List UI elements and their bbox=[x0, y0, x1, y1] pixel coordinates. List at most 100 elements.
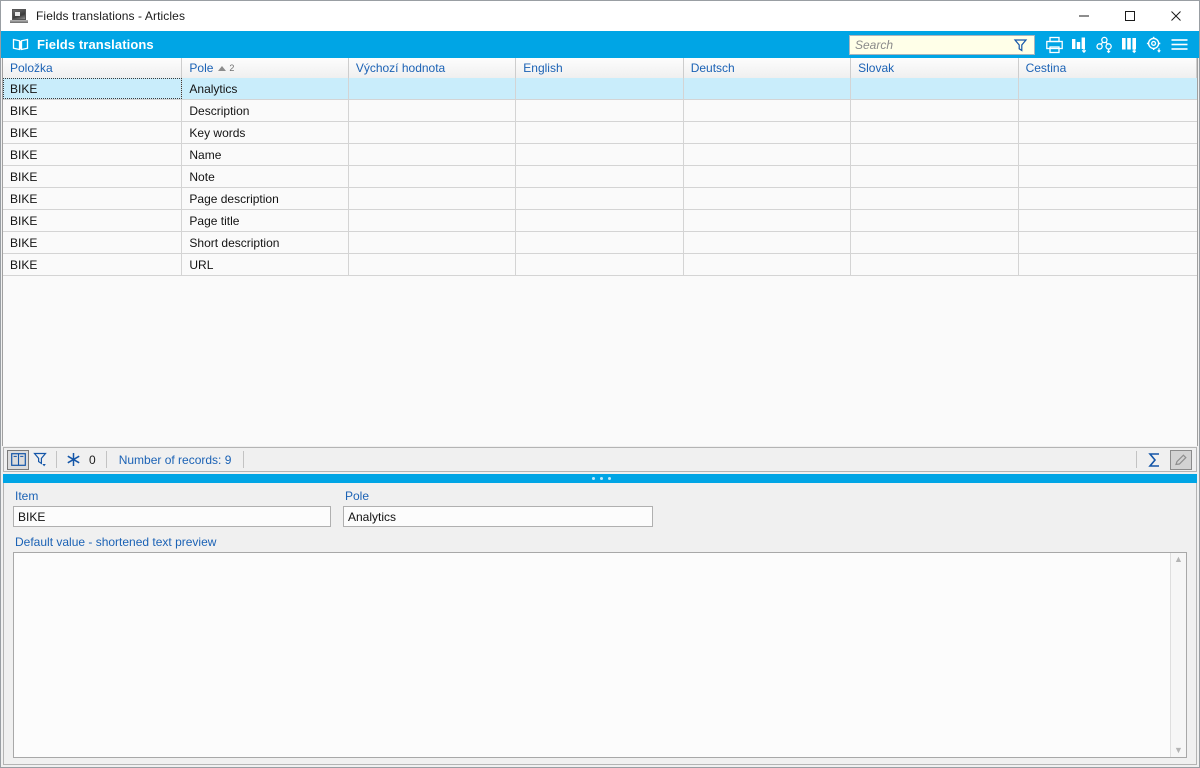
grid-column-header[interactable]: English bbox=[516, 58, 684, 78]
table-row[interactable]: BIKE Note bbox=[3, 166, 1197, 188]
table-cell[interactable] bbox=[516, 78, 684, 99]
table-cell[interactable]: Note bbox=[182, 166, 349, 187]
table-cell[interactable]: BIKE bbox=[3, 254, 183, 275]
table-cell[interactable] bbox=[349, 254, 517, 275]
grid-column-header[interactable]: Cestina bbox=[1018, 58, 1197, 78]
table-cell[interactable] bbox=[516, 210, 684, 231]
memo-scrollbar[interactable]: ▲ ▼ bbox=[1170, 553, 1186, 757]
grid-column-header[interactable]: Pole 2 bbox=[182, 58, 349, 78]
minimize-icon[interactable] bbox=[1061, 1, 1107, 31]
table-cell[interactable] bbox=[349, 100, 517, 121]
table-cell[interactable] bbox=[851, 210, 1019, 231]
table-cell[interactable] bbox=[349, 232, 517, 253]
table-row[interactable]: BIKE Page title bbox=[3, 210, 1197, 232]
table-cell[interactable] bbox=[851, 232, 1019, 253]
filter-dropdown-button[interactable] bbox=[29, 450, 51, 470]
table-cell[interactable] bbox=[684, 144, 852, 165]
grid-column-header[interactable]: Položka bbox=[3, 58, 183, 78]
table-cell[interactable] bbox=[516, 100, 684, 121]
chart-icon[interactable] bbox=[1069, 34, 1090, 55]
grid-column-header[interactable]: Deutsch bbox=[683, 58, 852, 78]
table-cell[interactable] bbox=[516, 122, 684, 143]
table-cell[interactable] bbox=[1019, 254, 1197, 275]
table-cell[interactable]: BIKE bbox=[3, 78, 183, 99]
table-row[interactable]: BIKE Page description bbox=[3, 188, 1197, 210]
filter-funnel-icon[interactable] bbox=[1012, 37, 1029, 53]
table-cell[interactable] bbox=[1019, 166, 1197, 187]
hamburger-menu-icon[interactable] bbox=[1169, 34, 1190, 55]
grid-column-header[interactable]: Výchozí hodnota bbox=[348, 58, 517, 78]
table-cell[interactable] bbox=[1019, 210, 1197, 231]
table-cell[interactable]: URL bbox=[182, 254, 349, 275]
table-cell[interactable]: Page description bbox=[182, 188, 349, 209]
table-cell[interactable]: BIKE bbox=[3, 232, 183, 253]
panel-splitter[interactable] bbox=[3, 474, 1197, 483]
table-row[interactable]: BIKE Analytics bbox=[3, 78, 1197, 100]
table-cell[interactable] bbox=[851, 100, 1019, 121]
table-cell[interactable] bbox=[851, 188, 1019, 209]
search-box[interactable] bbox=[849, 34, 1035, 55]
table-row[interactable]: BIKE Key words bbox=[3, 122, 1197, 144]
scroll-down-arrow[interactable]: ▼ bbox=[1174, 746, 1183, 755]
print-icon[interactable] bbox=[1044, 34, 1065, 55]
table-cell[interactable] bbox=[516, 144, 684, 165]
table-cell[interactable]: BIKE bbox=[3, 166, 183, 187]
table-cell[interactable]: BIKE bbox=[3, 100, 183, 121]
table-row[interactable]: BIKE Description bbox=[3, 100, 1197, 122]
table-cell[interactable] bbox=[851, 254, 1019, 275]
table-cell[interactable] bbox=[516, 166, 684, 187]
table-row[interactable]: BIKE Short description bbox=[3, 232, 1197, 254]
close-icon[interactable] bbox=[1153, 1, 1199, 31]
table-cell[interactable]: Name bbox=[182, 144, 349, 165]
search-input[interactable] bbox=[855, 35, 1010, 54]
default-value-memo[interactable] bbox=[14, 553, 1170, 757]
table-cell[interactable] bbox=[516, 254, 684, 275]
table-cell[interactable] bbox=[349, 166, 517, 187]
table-cell[interactable] bbox=[684, 166, 852, 187]
pole-field-input[interactable] bbox=[343, 506, 653, 527]
table-cell[interactable]: Analytics bbox=[182, 78, 349, 99]
table-cell[interactable]: Short description bbox=[182, 232, 349, 253]
sum-sigma-icon[interactable] bbox=[1142, 450, 1166, 470]
scroll-up-arrow[interactable]: ▲ bbox=[1174, 555, 1183, 564]
table-cell[interactable] bbox=[684, 210, 852, 231]
table-cell[interactable] bbox=[684, 100, 852, 121]
table-cell[interactable]: BIKE bbox=[3, 188, 183, 209]
table-cell[interactable] bbox=[349, 210, 517, 231]
table-row[interactable]: BIKE URL bbox=[3, 254, 1197, 276]
settings-gear-icon[interactable] bbox=[1144, 34, 1165, 55]
table-cell[interactable] bbox=[684, 188, 852, 209]
edit-pencil-button[interactable] bbox=[1170, 449, 1192, 470]
table-cell[interactable] bbox=[1019, 122, 1197, 143]
table-cell[interactable] bbox=[349, 188, 517, 209]
table-cell[interactable]: BIKE bbox=[3, 122, 183, 143]
table-cell[interactable] bbox=[516, 188, 684, 209]
table-row[interactable]: BIKE Name bbox=[3, 144, 1197, 166]
table-cell[interactable] bbox=[851, 166, 1019, 187]
book-view-toggle-button[interactable] bbox=[7, 449, 29, 470]
table-cell[interactable]: BIKE bbox=[3, 210, 183, 231]
table-cell[interactable] bbox=[1019, 100, 1197, 121]
table-cell[interactable] bbox=[1019, 78, 1197, 99]
table-cell[interactable] bbox=[684, 78, 852, 99]
table-cell[interactable] bbox=[851, 144, 1019, 165]
table-cell[interactable]: Key words bbox=[182, 122, 349, 143]
table-cell[interactable] bbox=[1019, 188, 1197, 209]
table-cell[interactable]: Page title bbox=[182, 210, 349, 231]
table-cell[interactable] bbox=[851, 78, 1019, 99]
table-cell[interactable]: BIKE bbox=[3, 144, 183, 165]
table-cell[interactable] bbox=[684, 232, 852, 253]
columns-icon[interactable] bbox=[1119, 34, 1140, 55]
table-cell[interactable] bbox=[1019, 232, 1197, 253]
freeze-icon[interactable] bbox=[62, 450, 84, 470]
table-cell[interactable] bbox=[851, 122, 1019, 143]
maximize-icon[interactable] bbox=[1107, 1, 1153, 31]
table-cell[interactable] bbox=[684, 254, 852, 275]
table-cell[interactable] bbox=[349, 78, 517, 99]
item-field-input[interactable] bbox=[13, 506, 331, 527]
table-cell[interactable] bbox=[684, 122, 852, 143]
pivot-group-icon[interactable] bbox=[1094, 34, 1115, 55]
grid-column-header[interactable]: Slovak bbox=[851, 58, 1019, 78]
table-cell[interactable] bbox=[349, 122, 517, 143]
table-cell[interactable] bbox=[1019, 144, 1197, 165]
